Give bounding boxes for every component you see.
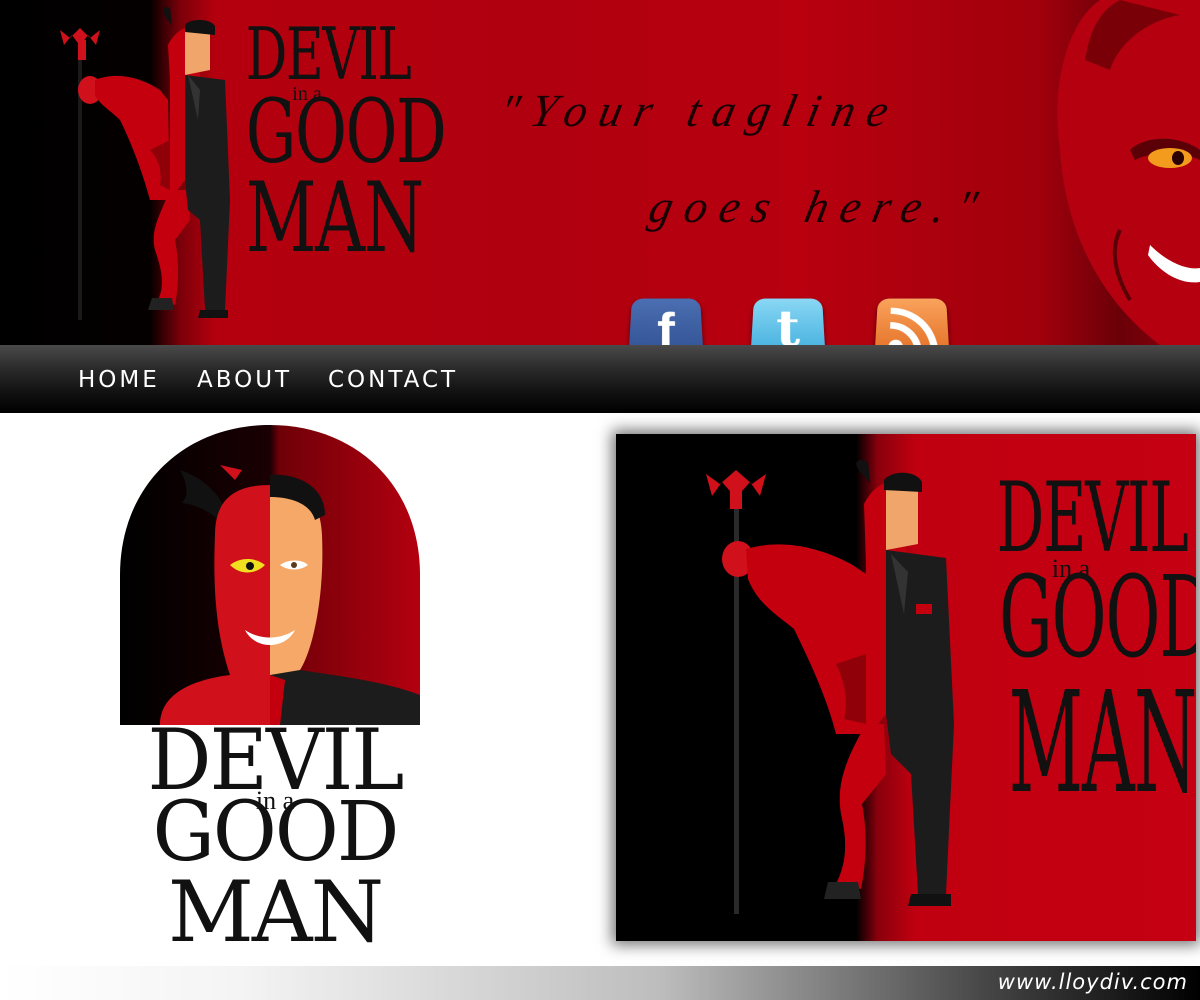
oval-logo-line-good: GOOD xyxy=(152,785,400,880)
nav-about[interactable]: ABOUT xyxy=(197,367,292,393)
main-navigation: HOME ABOUT CONTACT xyxy=(0,345,1200,413)
footer-bar: www.lloydiv.com xyxy=(0,966,1200,1000)
footer-url[interactable]: www.lloydiv.com xyxy=(998,970,1188,994)
poster-image: DEVIL in a GOOD MAN xyxy=(616,434,1196,941)
rss-glyph xyxy=(874,299,950,345)
poster-devil-man-figure xyxy=(706,459,954,914)
devil-face-illustration xyxy=(1057,0,1200,345)
poster-logo-line-devil: DEVIL xyxy=(996,462,1189,574)
poster-logo-text: DEVIL in a GOOD MAN xyxy=(951,462,1196,825)
header-logo: DEVIL in a GOOD MAN xyxy=(222,18,447,274)
nav-contact[interactable]: CONTACT xyxy=(328,367,458,393)
facebook-icon[interactable]: f xyxy=(627,298,705,345)
tagline-line-2: goes here." xyxy=(644,181,995,232)
header-banner: DEVIL in a GOOD MAN "Your tagline goes h… xyxy=(0,0,1200,345)
logo-line-man: MAN xyxy=(245,162,424,274)
rss-icon[interactable] xyxy=(873,298,951,345)
poster-logo-line-man: MAN xyxy=(1008,662,1196,825)
oval-logo-illustration xyxy=(120,425,420,725)
tagline-line-1: "Your tagline xyxy=(494,85,906,136)
devil-man-figure xyxy=(60,7,230,320)
oval-logo-text: DEVIL in a GOOD MAN xyxy=(115,718,435,954)
poster-logo-line-good: GOOD xyxy=(999,553,1196,683)
nav-home[interactable]: HOME xyxy=(78,367,160,393)
twitter-icon[interactable]: t xyxy=(749,298,827,345)
oval-logo-line-man: MAN xyxy=(167,863,384,961)
